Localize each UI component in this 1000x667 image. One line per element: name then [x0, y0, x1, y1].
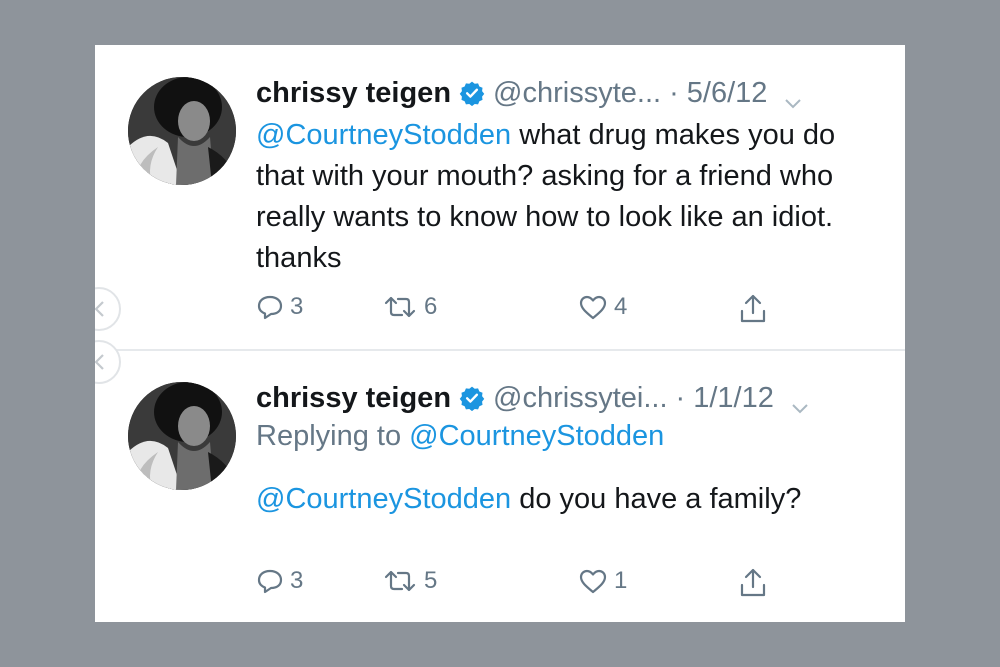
verified-badge-icon	[459, 385, 485, 412]
handle[interactable]: @chrissytei...	[493, 382, 667, 415]
replying-to-link[interactable]: @CourtneyStodden	[409, 420, 664, 452]
tweet-date[interactable]: · 1/1/12	[676, 382, 774, 415]
mention-link[interactable]: @CourtneyStodden	[256, 119, 511, 151]
reply-count: 3	[290, 293, 304, 320]
tweet-card: chrissy teigen @chrissyte... · 5/6/12 @C…	[95, 45, 905, 622]
tweet-body-text: do you have a family?	[511, 483, 802, 515]
tweet-text: @CourtneyStodden do you have a family?	[256, 479, 886, 520]
avatar[interactable]	[128, 382, 236, 490]
handle[interactable]: @chrissyte...	[493, 77, 661, 110]
like-count: 1	[614, 567, 628, 594]
retweet-count: 5	[424, 567, 438, 594]
like-icon	[579, 569, 607, 594]
share-icon	[740, 294, 766, 323]
replying-to: Replying to @CourtneyStodden	[256, 420, 664, 453]
retweet-icon	[384, 296, 416, 318]
tweet-actions: 3 5 1	[256, 567, 876, 603]
retweet-icon	[384, 570, 416, 592]
chevron-down-icon[interactable]	[783, 86, 803, 109]
reply-icon	[257, 569, 283, 594]
avatar[interactable]	[128, 77, 236, 185]
display-name[interactable]: chrissy teigen	[256, 77, 451, 110]
like-button[interactable]: 1	[578, 567, 627, 595]
share-button[interactable]	[738, 293, 768, 325]
tweet-date[interactable]: · 5/6/12	[669, 77, 767, 110]
chevron-down-icon[interactable]	[790, 391, 810, 414]
like-button[interactable]: 4	[578, 293, 627, 321]
reply-icon	[257, 295, 283, 320]
like-icon	[579, 295, 607, 320]
share-icon	[740, 568, 766, 597]
verified-badge-icon	[459, 80, 485, 107]
share-button[interactable]	[738, 567, 768, 599]
tweet-header: chrissy teigen @chrissyte... · 5/6/12	[256, 73, 803, 113]
display-name[interactable]: chrissy teigen	[256, 382, 451, 415]
tweet-actions: 3 6 4	[256, 293, 876, 329]
retweet-count: 6	[424, 293, 438, 320]
tweet-2[interactable]: chrissy teigen @chrissytei... · 1/1/12 R…	[95, 340, 905, 622]
tweet-header: chrissy teigen @chrissytei... · 1/1/12	[256, 378, 810, 418]
reply-button[interactable]: 3	[256, 567, 303, 595]
mention-link[interactable]: @CourtneyStodden	[256, 483, 511, 515]
retweet-button[interactable]: 6	[382, 293, 437, 321]
reply-count: 3	[290, 567, 304, 594]
prev-arrow-icon	[95, 354, 104, 370]
tweet-1[interactable]: chrissy teigen @chrissyte... · 5/6/12 @C…	[95, 45, 905, 350]
tweet-text: @CourtneyStodden what drug makes you do …	[256, 115, 886, 279]
replying-prefix: Replying to	[256, 420, 410, 452]
like-count: 4	[614, 293, 628, 320]
prev-arrow-button[interactable]	[95, 287, 121, 331]
retweet-button[interactable]: 5	[382, 567, 437, 595]
prev-arrow-icon	[95, 301, 104, 317]
reply-button[interactable]: 3	[256, 293, 303, 321]
